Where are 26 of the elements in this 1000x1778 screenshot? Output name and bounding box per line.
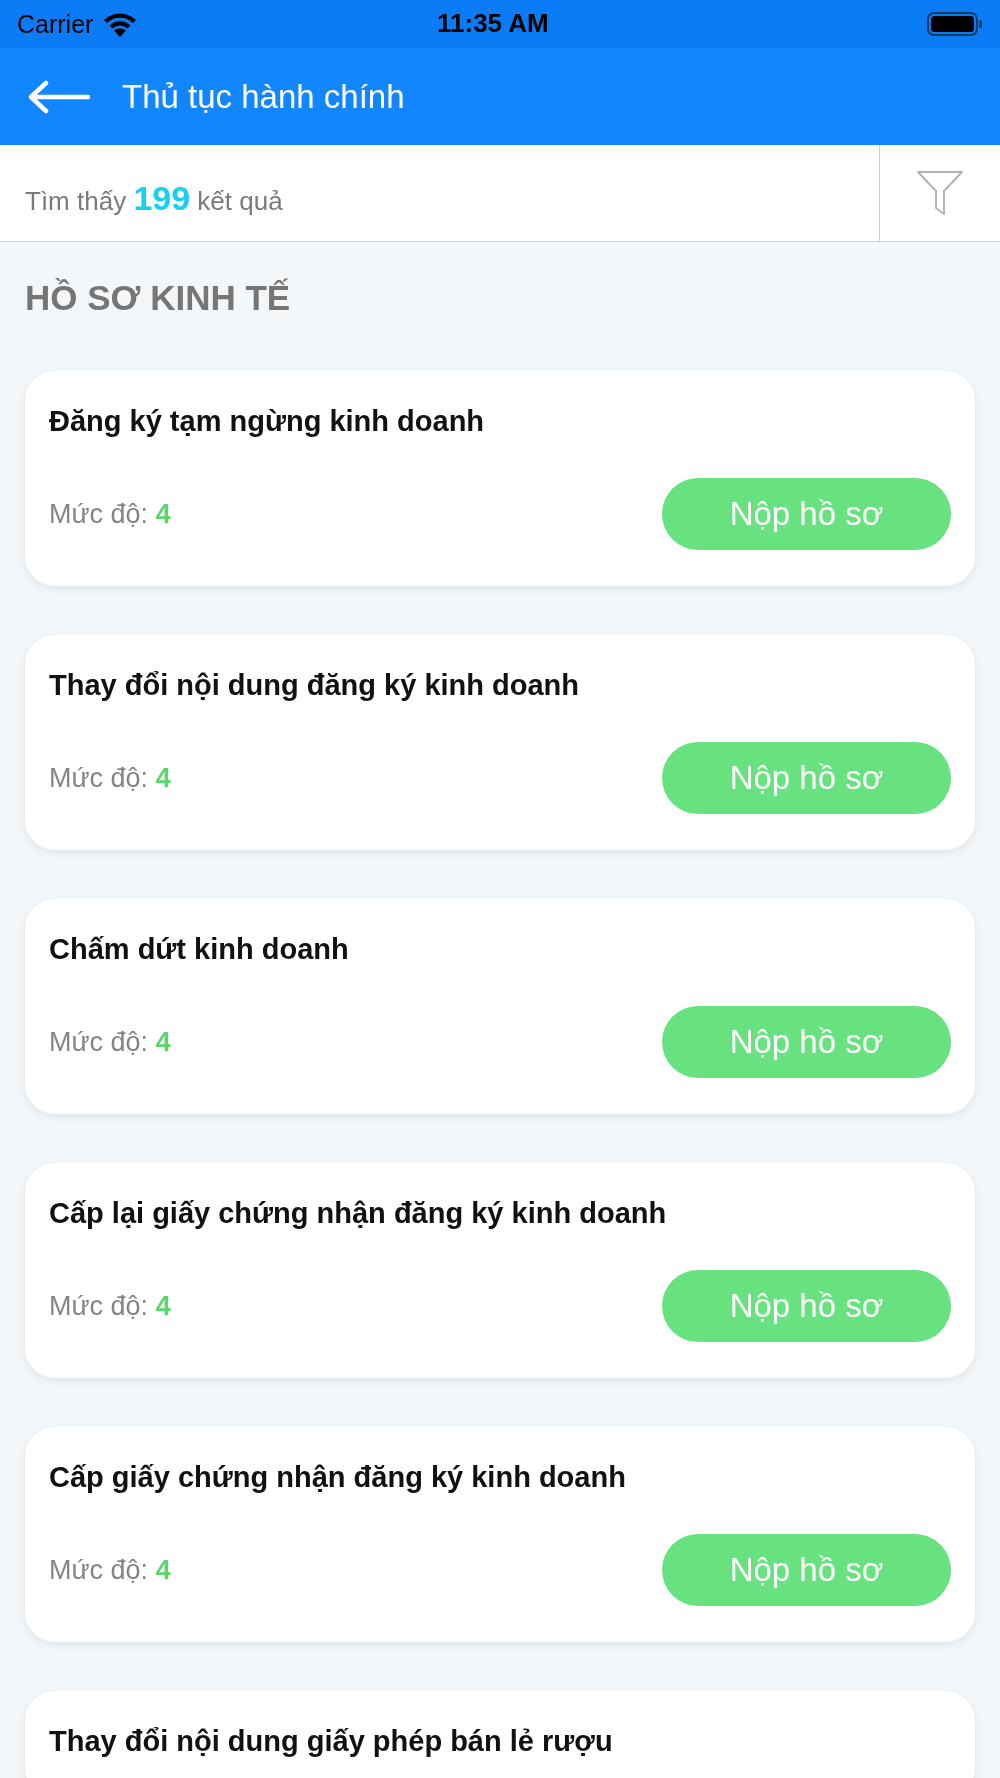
procedure-title: Đăng ký tạm ngừng kinh doanh <box>49 404 485 439</box>
level-text: Mức độ: 4 <box>49 762 171 795</box>
procedure-card[interactable]: Chấm dứt kinh doanh Mức độ: 4 Nộp hồ sơ <box>25 899 975 1114</box>
header-title: Thủ tục hành chính <box>122 76 405 117</box>
procedure-card[interactable]: Thay đổi nội dung giấy phép bán lẻ rượu <box>25 1691 975 1778</box>
clock-text: 11:35 AM <box>437 8 549 38</box>
level-text: Mức độ: 4 <box>49 1026 171 1059</box>
procedure-title: Thay đổi nội dung giấy phép bán lẻ rượu <box>49 1724 613 1759</box>
procedure-card[interactable]: Thay đổi nội dung đăng ký kinh doanh Mức độ: 4 Nộp hồ sơ <box>25 635 975 850</box>
procedure-title: Cấp giấy chứng nhận đăng ký kinh doanh <box>49 1460 626 1495</box>
wifi-icon <box>103 11 138 37</box>
filter-icon[interactable] <box>916 170 964 216</box>
level-text: Mức độ: 4 <box>49 498 171 531</box>
carrier-text: Carrier <box>17 9 94 39</box>
procedure-card[interactable]: Cấp lại giấy chứng nhận đăng ký kinh doanh Mức độ: 4 Nộp hồ sơ <box>25 1163 975 1378</box>
battery-icon <box>927 12 983 36</box>
results-count-text: Tìm thấy 199 kết quả <box>25 178 283 219</box>
procedure-card[interactable]: Cấp giấy chứng nhận đăng ký kinh doanh Mức độ: 4 Nộp hồ sơ <box>25 1427 975 1642</box>
section-title: HỒ SƠ KINH TẾ <box>25 277 291 319</box>
procedure-title: Thay đổi nội dung đăng ký kinh doanh <box>49 668 580 703</box>
procedure-card[interactable]: Đăng ký tạm ngừng kinh doanh Mức độ: 4 Nộp hồ sơ <box>25 371 975 586</box>
level-text: Mức độ: 4 <box>49 1290 171 1323</box>
back-arrow-icon[interactable] <box>28 79 90 114</box>
level-text: Mức độ: 4 <box>49 1554 171 1587</box>
procedure-title: Chấm dứt kinh doanh <box>49 932 349 967</box>
procedure-title: Cấp lại giấy chứng nhận đăng ký kinh doanh <box>49 1196 667 1231</box>
